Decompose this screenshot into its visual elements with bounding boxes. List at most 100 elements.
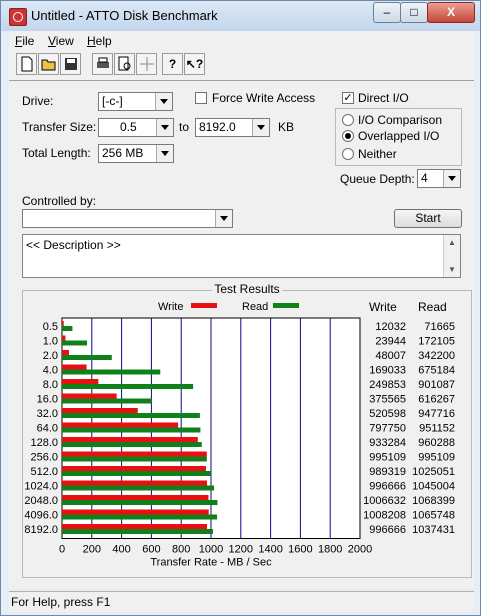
- controlled-by-select[interactable]: [22, 209, 233, 228]
- bar-write: [62, 495, 209, 500]
- bar-read: [62, 456, 207, 462]
- help-icon[interactable]: ?: [162, 53, 183, 75]
- neither-radio[interactable]: [342, 148, 354, 160]
- write-value: 933284: [369, 437, 406, 449]
- neither-label[interactable]: Neither: [358, 147, 397, 161]
- transfer-to-select[interactable]: 8192.0: [195, 118, 270, 137]
- app-window: Untitled - ATTO Disk Benchmark – □ X Fil…: [0, 0, 481, 616]
- read-value: 342200: [418, 350, 455, 362]
- bar-read: [62, 442, 202, 447]
- bar-read: [62, 384, 194, 389]
- app-icon: [9, 8, 27, 26]
- menu-help[interactable]: Help: [87, 34, 112, 48]
- description-box[interactable]: << Description >> ▲ ▼: [22, 234, 461, 278]
- x-tick-label: 0: [59, 544, 65, 556]
- maximize-button[interactable]: □: [400, 2, 428, 23]
- legend-write-swatch: [191, 303, 217, 308]
- open-folder-icon[interactable]: [38, 53, 59, 75]
- x-tick-label: 600: [142, 544, 160, 556]
- unit-label: KB: [278, 120, 295, 134]
- status-bar: For Help, press F1: [9, 591, 474, 612]
- write-value: 169033: [369, 365, 406, 377]
- bar-write: [62, 422, 179, 428]
- x-tick-label: 1600: [288, 544, 312, 556]
- menu-file[interactable]: File: [15, 34, 34, 48]
- print-icon[interactable]: [92, 53, 113, 75]
- menu-view[interactable]: View: [48, 34, 74, 48]
- context-help-icon[interactable]: ↖?: [184, 53, 205, 75]
- chevron-down-icon[interactable]: [156, 145, 173, 162]
- write-value: 23944: [375, 336, 406, 348]
- new-icon[interactable]: [16, 53, 37, 75]
- bar-write: [62, 437, 198, 442]
- bar-write: [62, 379, 99, 384]
- overlapped-io-label[interactable]: Overlapped I/O: [358, 129, 439, 143]
- save-icon[interactable]: [60, 53, 81, 75]
- direct-io-checkbox[interactable]: ✓: [342, 92, 354, 104]
- transfer-from-select[interactable]: 0.5: [98, 118, 174, 137]
- status-text: For Help, press F1: [11, 595, 111, 609]
- queue-depth-select[interactable]: 4: [417, 169, 461, 188]
- bar-write: [62, 321, 64, 326]
- start-button[interactable]: Start: [394, 209, 462, 228]
- write-value: 375565: [369, 394, 406, 406]
- io-comparison-radio[interactable]: [342, 114, 354, 126]
- chevron-down-icon[interactable]: [155, 93, 172, 110]
- scroll-down-icon[interactable]: ▼: [448, 265, 456, 274]
- print-preview-icon[interactable]: [114, 53, 135, 75]
- bar-read: [62, 340, 88, 346]
- x-tick-label: 1800: [318, 544, 342, 556]
- y-tick-label: 0.5: [43, 321, 58, 333]
- read-value: 1025051: [412, 466, 455, 478]
- write-value: 1008208: [363, 510, 406, 522]
- bar-read: [62, 529, 213, 534]
- legend-read-label: Read: [242, 301, 268, 313]
- x-tick-label: 2000: [348, 544, 372, 556]
- write-value: 995109: [369, 452, 406, 464]
- chevron-down-icon[interactable]: [443, 170, 460, 187]
- bar-write: [62, 393, 117, 399]
- y-tick-label: 512.0: [30, 466, 58, 478]
- title-bar[interactable]: Untitled - ATTO Disk Benchmark – □ X: [1, 1, 480, 31]
- write-value: 520598: [369, 408, 406, 420]
- total-length-select[interactable]: 256 MB: [98, 144, 174, 163]
- move-icon[interactable]: [136, 53, 157, 75]
- read-value: 960288: [418, 437, 455, 449]
- read-value: 616267: [418, 394, 455, 406]
- drive-select[interactable]: [-c-]: [98, 92, 173, 111]
- legend-read-swatch: [273, 303, 299, 308]
- bar-write: [62, 350, 69, 355]
- read-value: 951152: [419, 423, 455, 435]
- y-tick-label: 8192.0: [24, 524, 58, 536]
- io-comparison-label[interactable]: I/O Comparison: [358, 113, 442, 127]
- direct-io-label[interactable]: Direct I/O: [358, 91, 409, 105]
- bar-write: [62, 335, 66, 341]
- minimize-button[interactable]: –: [373, 2, 401, 23]
- scroll-up-icon[interactable]: ▲: [448, 238, 456, 247]
- x-tick-label: 200: [83, 544, 101, 556]
- overlapped-io-radio[interactable]: [342, 130, 354, 142]
- bar-read: [62, 500, 218, 505]
- chevron-down-icon[interactable]: [156, 119, 173, 136]
- x-tick-label: 1000: [199, 544, 223, 556]
- bar-read: [62, 427, 201, 433]
- bar-write: [62, 509, 209, 515]
- write-value: 249853: [369, 379, 406, 391]
- force-write-label[interactable]: Force Write Access: [212, 91, 315, 105]
- bar-write: [62, 408, 138, 413]
- description-scrollbar[interactable]: ▲ ▼: [443, 235, 460, 277]
- chevron-down-icon[interactable]: [215, 210, 232, 227]
- write-value: 797750: [369, 423, 406, 435]
- chevron-down-icon[interactable]: [252, 119, 269, 136]
- y-tick-label: 2.0: [43, 350, 58, 362]
- read-value: 901087: [418, 379, 455, 391]
- y-tick-label: 4.0: [43, 365, 58, 377]
- force-write-checkbox[interactable]: [195, 92, 207, 104]
- bar-read: [62, 485, 215, 491]
- y-tick-label: 4096.0: [24, 510, 58, 522]
- x-axis-label: Transfer Rate - MB / Sec: [150, 557, 272, 569]
- close-button[interactable]: X: [427, 2, 475, 23]
- bar-read: [62, 355, 112, 360]
- y-tick-label: 1024.0: [24, 481, 58, 493]
- read-column-header: Read: [418, 300, 447, 314]
